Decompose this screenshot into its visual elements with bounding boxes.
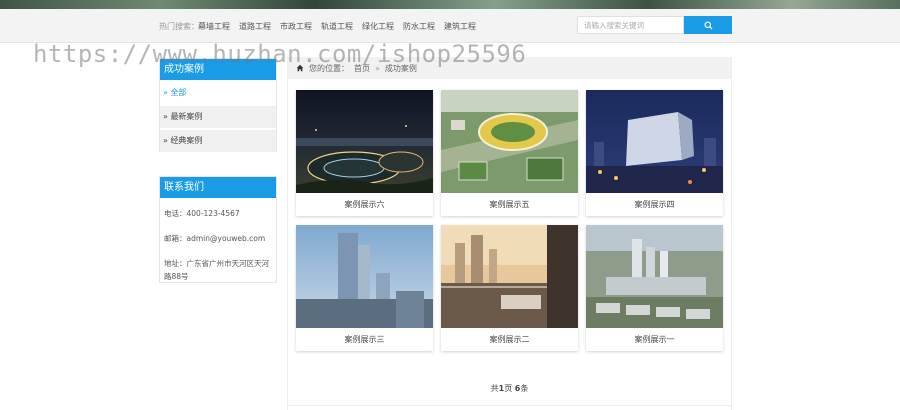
pagination-info: 共1页 6条 bbox=[288, 383, 731, 394]
hot-link-building[interactable]: 建筑工程 bbox=[444, 21, 476, 32]
case-card[interactable]: 案例展示六 bbox=[296, 90, 433, 216]
home-icon bbox=[296, 64, 304, 72]
category-latest[interactable]: » 最新案例 bbox=[160, 106, 276, 128]
case-title[interactable]: 案例展示一 bbox=[586, 328, 723, 351]
search-bar: 热门搜索： 幕墙工程 道路工程 市政工程 轨道工程 绿化工程 防水工程 建筑工程 bbox=[0, 9, 900, 43]
city-tower-night-photo[interactable] bbox=[586, 90, 723, 193]
case-title[interactable]: 案例展示五 bbox=[441, 193, 578, 216]
case-card[interactable]: 案例展示五 bbox=[441, 90, 578, 216]
breadcrumb-current: 成功案例 bbox=[384, 63, 417, 73]
hot-link-rail[interactable]: 轨道工程 bbox=[321, 21, 353, 32]
contact-phone: 电话：400-123-4567 bbox=[164, 209, 240, 218]
pager-mid: 页 bbox=[504, 384, 515, 393]
contact-panel-title: 联系我们 bbox=[160, 177, 276, 198]
city-aerial-photo[interactable] bbox=[586, 225, 723, 328]
hot-link-municipal[interactable]: 市政工程 bbox=[280, 21, 312, 32]
top-banner-strip bbox=[0, 0, 900, 9]
hot-link-greening[interactable]: 绿化工程 bbox=[362, 21, 394, 32]
case-card[interactable]: 案例展示二 bbox=[441, 225, 578, 351]
search-icon bbox=[703, 20, 713, 30]
case-title[interactable]: 案例展示六 bbox=[296, 193, 433, 216]
case-title[interactable]: 案例展示四 bbox=[586, 193, 723, 216]
hot-search-label: 热门搜索： bbox=[159, 22, 199, 31]
cases-category-panel: 成功案例 » 全部 » 最新案例 » 经典案例 bbox=[159, 58, 277, 152]
hot-search-links: 幕墙工程 道路工程 市政工程 轨道工程 绿化工程 防水工程 建筑工程 bbox=[198, 21, 476, 32]
main-bottom-divider bbox=[287, 405, 732, 406]
stadium-aerial-photo[interactable] bbox=[441, 90, 578, 193]
balcony-view-photo[interactable] bbox=[441, 225, 578, 328]
hot-link-waterproof[interactable]: 防水工程 bbox=[403, 21, 435, 32]
case-list-main: 您的位置： 首页 » 成功案例 案例展示六 案例展示五 案例展示四 案例展示三 … bbox=[287, 57, 732, 410]
case-card[interactable]: 案例展示三 bbox=[296, 225, 433, 351]
night-stadium-photo[interactable] bbox=[296, 90, 433, 193]
breadcrumb-home-link[interactable]: 首页 bbox=[354, 63, 370, 74]
pager-prefix: 共 bbox=[490, 384, 499, 393]
skyscraper-photo[interactable] bbox=[296, 225, 433, 328]
category-classic[interactable]: » 经典案例 bbox=[160, 130, 276, 152]
case-card[interactable]: 案例展示一 bbox=[586, 225, 723, 351]
breadcrumb: 您的位置： 首页 » 成功案例 bbox=[288, 57, 731, 79]
contact-panel: 联系我们 电话：400-123-4567 邮箱：admin@youweb.com… bbox=[159, 176, 277, 283]
breadcrumb-position-label: 您的位置： bbox=[309, 63, 349, 73]
contact-email: 邮箱：admin@youweb.com bbox=[164, 234, 266, 243]
case-card[interactable]: 案例展示四 bbox=[586, 90, 723, 216]
contact-address: 地址：广东省广州市天河区天河路88号 bbox=[164, 259, 269, 281]
case-title[interactable]: 案例展示二 bbox=[441, 328, 578, 351]
cases-panel-title: 成功案例 bbox=[160, 59, 276, 80]
breadcrumb-separator: » bbox=[375, 63, 380, 73]
case-title[interactable]: 案例展示三 bbox=[296, 328, 433, 351]
search-input[interactable] bbox=[577, 16, 684, 34]
search-button[interactable] bbox=[684, 16, 732, 34]
pager-suffix: 条 bbox=[520, 384, 529, 393]
hot-link-curtain-wall[interactable]: 幕墙工程 bbox=[198, 21, 230, 32]
category-all[interactable]: » 全部 bbox=[160, 82, 276, 104]
hot-link-road[interactable]: 道路工程 bbox=[239, 21, 271, 32]
